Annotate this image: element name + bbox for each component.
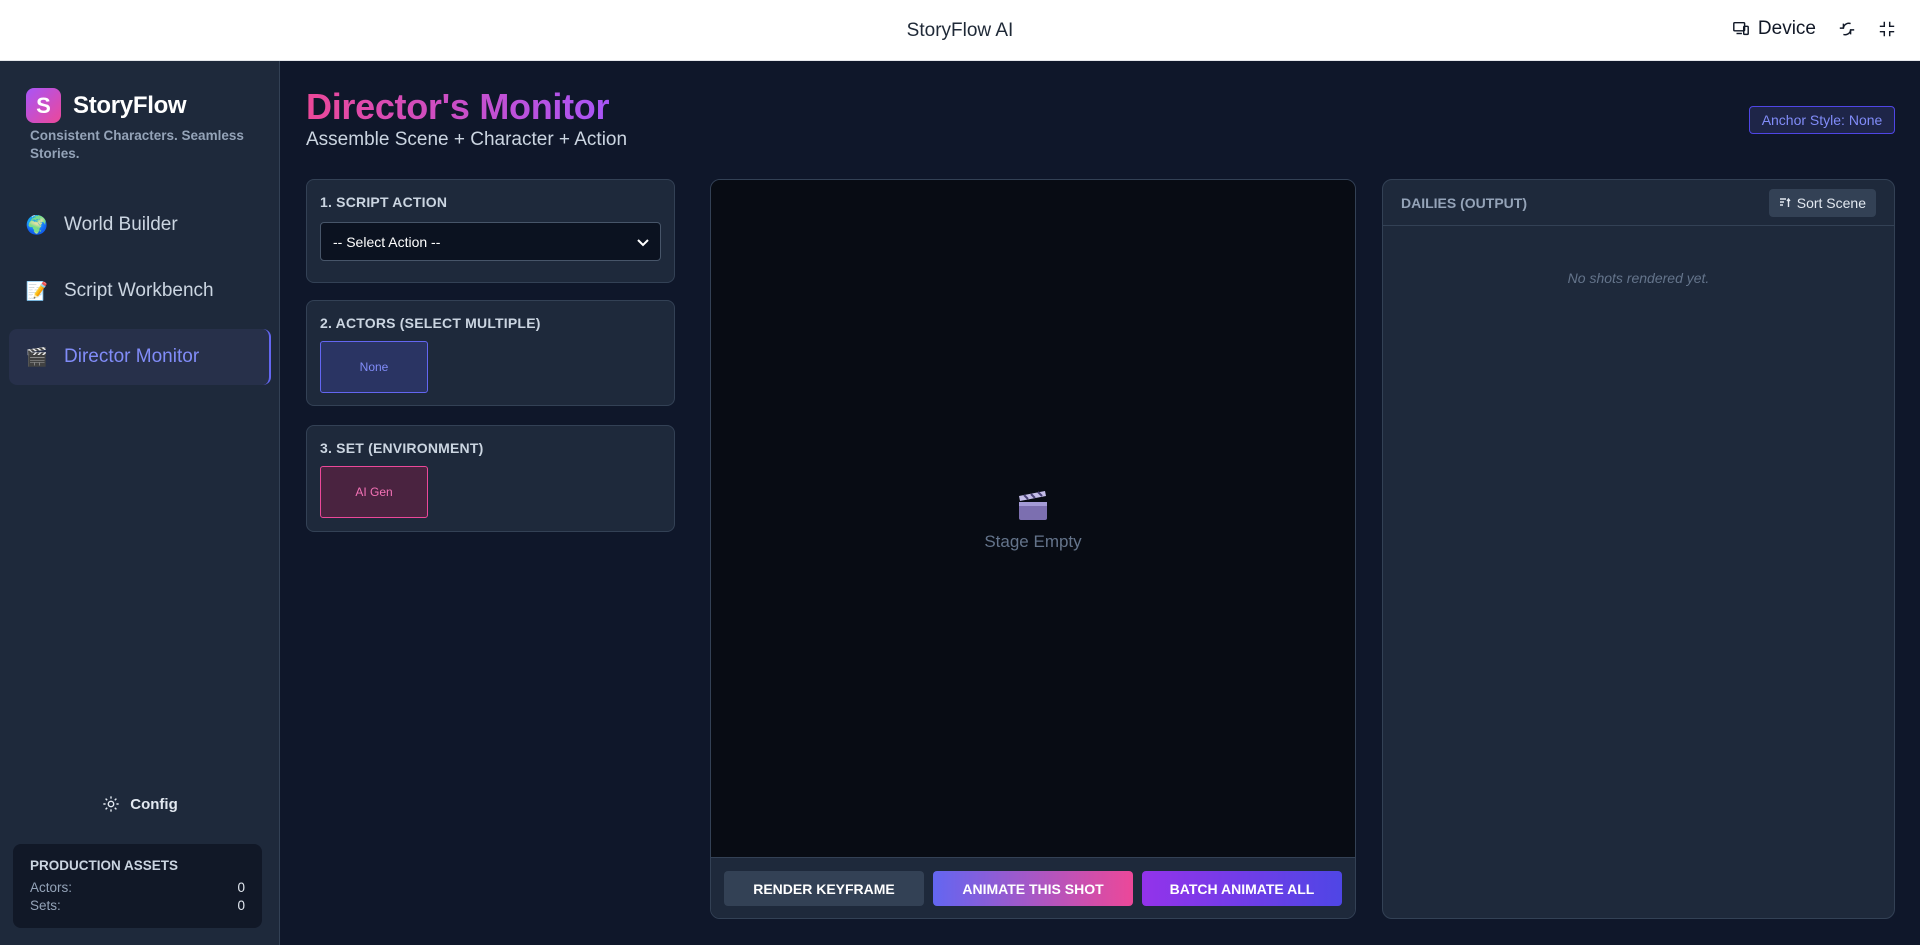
device-button[interactable]: Device — [1732, 18, 1816, 40]
actor-chip-none[interactable]: None — [320, 341, 428, 393]
actors-label: 2. ACTORS (SELECT MULTIPLE) — [320, 315, 541, 331]
sort-scene-button[interactable]: Sort Scene — [1768, 188, 1876, 217]
sidebar-item-label: Director Monitor — [64, 346, 200, 367]
dailies-panel: DAILIES (OUTPUT) Sort Scene No shots ren… — [1382, 179, 1895, 919]
sets-count-label: Sets: — [30, 898, 61, 913]
dailies-title: DAILIES (OUTPUT) — [1401, 194, 1527, 211]
stage-empty-state: Stage Empty — [711, 488, 1355, 552]
app-title: StoryFlow AI — [906, 20, 1014, 41]
device-label: Device — [1757, 18, 1816, 39]
config-button[interactable]: Config — [0, 795, 280, 813]
stage-controls: RENDER KEYFRAME ANIMATE THIS SHOT BATCH … — [711, 857, 1355, 918]
script-action-select[interactable]: -- Select Action -- — [320, 222, 661, 261]
brand: S StoryFlow — [26, 88, 187, 123]
production-assets: PRODUCTION ASSETS Actors: 0 Sets: 0 — [13, 844, 262, 928]
sets-count-value: 0 — [237, 898, 245, 913]
animate-shot-button[interactable]: ANIMATE THIS SHOT — [933, 871, 1133, 906]
dailies-header: DAILIES (OUTPUT) Sort Scene — [1383, 180, 1894, 226]
actors-count-label: Actors: — [30, 880, 73, 895]
sort-scene-label: Sort Scene — [1796, 194, 1866, 211]
sets-count-row: Sets: 0 — [30, 897, 245, 915]
stage-viewport: Stage Empty — [711, 180, 1355, 857]
stage-empty-text: Stage Empty — [984, 532, 1082, 551]
memo-icon: 📝 — [25, 280, 49, 301]
anchor-style-badge[interactable]: Anchor Style: None — [1749, 106, 1895, 134]
dailies-empty-text: No shots rendered yet. — [1567, 270, 1710, 286]
sidebar-item-director-monitor[interactable]: 🎬 Director Monitor — [9, 329, 271, 385]
actors-count-value: 0 — [237, 880, 245, 895]
clapper-icon — [1019, 491, 1047, 520]
top-bar: StoryFlow AI Device — [0, 0, 1920, 61]
brand-logo: S — [26, 88, 61, 123]
gear-icon — [103, 796, 119, 812]
batch-animate-button[interactable]: BATCH ANIMATE ALL — [1142, 871, 1342, 906]
set-label: 3. SET (ENVIRONMENT) — [320, 440, 484, 456]
sidebar: S StoryFlow Consistent Characters. Seaml… — [0, 61, 280, 945]
sidebar-item-world-builder[interactable]: 🌍 World Builder — [9, 197, 271, 253]
script-action-value: -- Select Action -- — [333, 233, 441, 250]
brand-name: StoryFlow — [73, 91, 187, 119]
sidebar-item-script-workbench[interactable]: 📝 Script Workbench — [9, 263, 271, 319]
chevron-down-icon — [637, 238, 649, 246]
sidebar-item-label: World Builder — [64, 214, 178, 235]
sidebar-nav: 🌍 World Builder 📝 Script Workbench 🎬 Dir… — [9, 197, 271, 395]
sidebar-item-label: Script Workbench — [64, 280, 214, 301]
rotate-icon[interactable] — [1838, 20, 1856, 38]
stage-monitor: Stage Empty RENDER KEYFRAME ANIMATE THIS… — [710, 179, 1356, 919]
sort-icon — [1779, 197, 1791, 207]
page-title: Director's Monitor — [306, 86, 610, 127]
script-action-label: 1. SCRIPT ACTION — [320, 194, 448, 210]
render-keyframe-button[interactable]: RENDER KEYFRAME — [724, 871, 924, 906]
brand-tagline: Consistent Characters. Seamless Stories. — [30, 128, 244, 161]
actors-panel: 2. ACTORS (SELECT MULTIPLE) None — [306, 300, 675, 406]
device-icon — [1733, 21, 1749, 36]
config-label: Config — [130, 795, 178, 813]
clapper-icon: 🎬 — [25, 346, 49, 367]
assets-heading: PRODUCTION ASSETS — [30, 858, 179, 873]
set-panel: 3. SET (ENVIRONMENT) AI Gen — [306, 425, 675, 532]
set-chip-ai-gen[interactable]: AI Gen — [320, 466, 428, 518]
top-bar-actions: Device — [1732, 18, 1896, 40]
script-action-panel: 1. SCRIPT ACTION -- Select Action -- — [306, 179, 675, 283]
page-subtitle: Assemble Scene + Character + Action — [306, 129, 628, 150]
globe-icon: 🌍 — [25, 214, 49, 235]
actors-count-row: Actors: 0 — [30, 879, 245, 897]
collapse-icon[interactable] — [1878, 20, 1896, 38]
